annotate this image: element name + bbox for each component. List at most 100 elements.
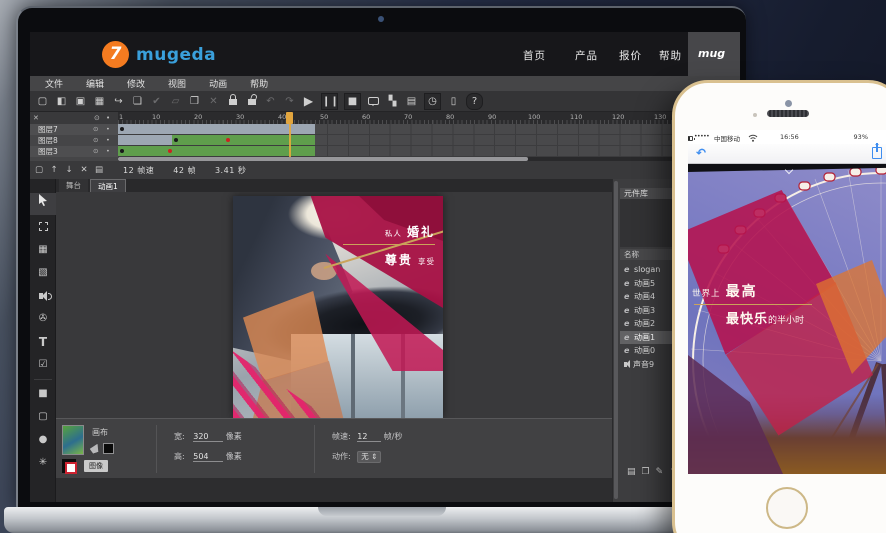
fps-status: 12 帧速 [123,165,154,176]
move-layer-up-icon[interactable]: ↑ [49,165,59,175]
phone-screen: ••••• 中国移动 16:56 93% ↶ [688,130,886,474]
stop-icon[interactable]: ■ [344,93,361,110]
image-background-button[interactable]: 图像 [84,460,108,472]
animation-icon: e [624,317,634,331]
form-tool-icon[interactable]: ☑ [30,354,56,376]
layer-row[interactable]: 图层3 ⊙ • [30,146,118,157]
layer-lock-icon[interactable]: • [106,146,110,157]
canvas-thumbnail[interactable] [62,425,84,455]
timeline-ruler[interactable]: 1 10 20 30 40 50 60 70 80 90 100 110 120… [118,112,740,124]
save-icon[interactable]: ▣ [74,94,87,109]
redo-icon[interactable]: ↷ [283,94,296,109]
menu-file[interactable]: 文件 [45,77,63,90]
page-text-block: 世界上 最高 最快乐的半小时 [692,282,812,328]
timeline-tracks[interactable]: 1 10 20 30 40 50 60 70 80 90 100 110 120… [118,112,740,161]
lock-column-icon[interactable]: • [106,114,110,122]
library-duplicate-icon[interactable]: ❐ [642,467,650,477]
nav-overflow-button[interactable]: mug [688,32,740,76]
rect-tool-icon[interactable]: ■ [30,383,56,405]
unlock-icon[interactable] [245,93,258,110]
layer-visibility-icon[interactable]: ⊙ [93,146,98,157]
image-tool-icon[interactable]: ▧ [30,262,56,284]
height-field[interactable]: 504 [193,452,223,462]
browser-share-icon[interactable] [872,147,882,159]
layer-row[interactable]: 图层7 ⊙ • [30,124,118,135]
layer-folder-icon[interactable]: ▤ [94,165,104,175]
menu-modify[interactable]: 修改 [127,77,145,90]
props-divider [314,425,315,473]
browser-back-icon[interactable]: ↶ [696,146,706,160]
copy-icon[interactable]: ❐ [188,94,201,109]
shape-tool-icon[interactable]: ✳ [30,452,56,474]
rounded-rect-tool-icon[interactable]: ▢ [30,406,56,428]
paste-icon[interactable]: ▱ [169,94,182,109]
layer-visibility-icon[interactable]: ⊙ [93,124,98,135]
new-file-icon[interactable]: ▢ [36,94,49,109]
track-row[interactable] [118,146,740,157]
timeline-close-icon[interactable]: ✕ [33,114,39,122]
mugeda-logo-icon[interactable]: 7 [102,41,129,68]
nav-item-home[interactable]: 首页 [523,48,546,63]
menu-animation[interactable]: 动画 [209,77,227,90]
video-tool-icon[interactable]: ✇ [30,308,56,330]
layer-lock-icon[interactable]: • [106,135,110,146]
home-button[interactable] [766,487,808,529]
select-tool-icon[interactable] [30,193,56,215]
delete-icon[interactable]: ✕ [207,94,220,109]
nav-item-help[interactable]: 帮助 [659,48,682,63]
fps-field[interactable]: 12 [357,432,381,442]
lock-icon[interactable] [226,93,239,110]
h5-page[interactable]: 世界上 最高 最快乐的半小时 [688,164,886,474]
width-field[interactable]: 320 [193,432,223,442]
poster-artboard[interactable]: 私人 婚礼 尊贵 享受 [233,196,443,418]
device-preview-icon[interactable]: ▯ [447,94,460,109]
layer-row[interactable]: 图层8 ⊙ • [30,135,118,146]
tab-animation1[interactable]: 动画1 [90,179,126,192]
track-row[interactable] [118,124,740,135]
delete-layer-icon[interactable]: ✕ [79,165,89,175]
grid-settings-icon[interactable]: ▦ [93,94,106,109]
paint-bucket-icon[interactable] [89,444,100,454]
layer-visibility-icon[interactable]: ⊙ [93,135,98,146]
snapshot-icon[interactable]: ◧ [55,94,68,109]
clone-icon[interactable]: ❏ [131,94,144,109]
menu-help[interactable]: 帮助 [250,77,268,90]
nav-item-products[interactable]: 产品 [575,48,598,63]
preview-bubble-icon[interactable] [367,93,380,110]
layer-lock-icon[interactable]: • [106,124,110,135]
share-export-icon[interactable]: ↪ [112,94,125,109]
ellipse-tool-icon[interactable]: ● [30,429,56,451]
no-color-icon[interactable] [62,459,76,473]
playhead-handle[interactable] [286,112,293,124]
action-select[interactable]: 无 ⇕ [357,451,381,463]
library-rename-icon[interactable]: ✎ [656,467,664,477]
timer-icon[interactable]: ◷ [424,93,441,110]
text-tool-icon[interactable]: T [30,331,56,353]
audio-tool-icon[interactable] [30,285,56,307]
transform-tool-icon[interactable] [30,216,56,238]
qr-code-icon[interactable]: ▚ [386,94,399,109]
menu-view[interactable]: 视图 [168,77,186,90]
mugeda-logo-text[interactable]: mugeda [136,45,216,65]
library-scrollbar[interactable] [614,181,618,499]
help-icon[interactable]: ? [466,93,483,110]
phone-sensor [753,113,757,117]
pause-icon[interactable]: ❙❙ [321,93,338,110]
cells-icon[interactable]: ▤ [405,94,418,109]
menu-edit[interactable]: 编辑 [86,77,104,90]
canvas-area[interactable]: 私人 婚礼 尊贵 享受 [56,192,612,418]
nav-item-pricing[interactable]: 报价 [619,48,642,63]
sound-icon [624,362,627,367]
visibility-column-eye-icon[interactable]: ⊙ [94,114,100,122]
library-new-icon[interactable]: ▤ [627,467,636,477]
track-row[interactable] [118,135,740,146]
paste-in-place-icon[interactable]: ✔ [150,94,163,109]
move-layer-down-icon[interactable]: ↓ [64,165,74,175]
play-icon[interactable]: ▶ [302,94,315,109]
properties-panel: 画布 图像 宽: 320 像素 高: 504 像素 帧速: 12 帧/秒 [56,418,612,478]
new-layer-icon[interactable]: ▢ [34,165,44,175]
tab-stage[interactable]: 舞台 [59,179,88,192]
undo-icon[interactable]: ↶ [264,94,277,109]
background-color-swatch[interactable] [103,443,114,454]
component-tool-icon[interactable]: ▦ [30,239,56,261]
